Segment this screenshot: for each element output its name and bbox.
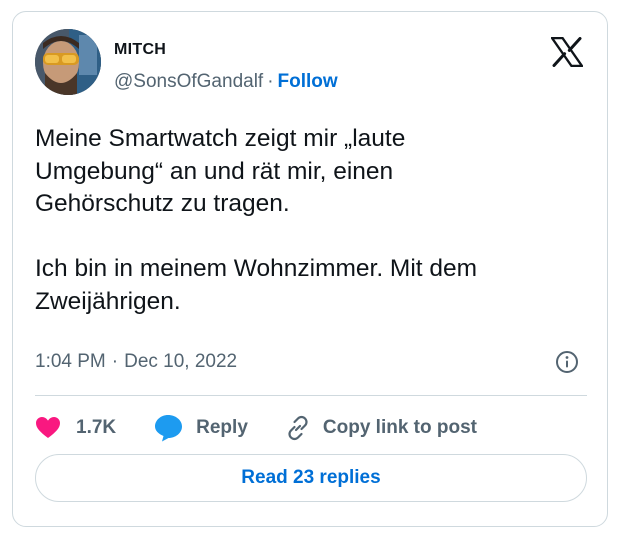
link-icon: [288, 415, 308, 441]
read-replies-button[interactable]: Read 23 replies: [35, 454, 587, 502]
reply-button[interactable]: Reply: [154, 414, 248, 442]
tweet-time: 1:04 PM: [35, 351, 106, 372]
tweet-text: Meine Smartwatch zeigt mir „laute Umgebu…: [35, 125, 478, 315]
name-emoji-badge: [170, 41, 186, 58]
speech-bubble-icon: [155, 415, 183, 442]
author-handle[interactable]: @SonsOfGandalf: [114, 71, 263, 92]
copy-link-button[interactable]: Copy link to post: [284, 414, 477, 442]
tweet-timestamp[interactable]: 1:04 PM · Dec 10, 2022: [35, 351, 237, 373]
copy-link-label: Copy link to post: [322, 417, 477, 438]
read-replies-label: Read 23 replies: [241, 467, 381, 488]
author-name[interactable]: MITCH: [114, 41, 186, 59]
like-button[interactable]: 1.7K: [35, 416, 116, 440]
separator-dot: ·: [267, 71, 274, 92]
info-icon[interactable]: [555, 350, 579, 374]
x-logo-icon[interactable]: [550, 36, 584, 68]
avatar[interactable]: [35, 29, 101, 95]
follow-link[interactable]: Follow: [278, 71, 338, 92]
display-name: MITCH: [114, 41, 167, 58]
heart-icon: [36, 417, 60, 438]
tweet-date: Dec 10, 2022: [124, 351, 238, 372]
handle-row: @SonsOfGandalf · Follow: [114, 71, 338, 93]
tweet-card: MITCH @SonsOfGandalf · Follow Meine Smartw…: [12, 11, 608, 527]
avatar-photo: [35, 29, 101, 95]
divider: [35, 395, 587, 396]
action-bar: 1.7K Reply Copy link to post: [35, 413, 477, 443]
like-count: 1.7K: [76, 417, 117, 438]
separator-dot: ·: [111, 351, 119, 372]
reply-label: Reply: [196, 417, 248, 438]
